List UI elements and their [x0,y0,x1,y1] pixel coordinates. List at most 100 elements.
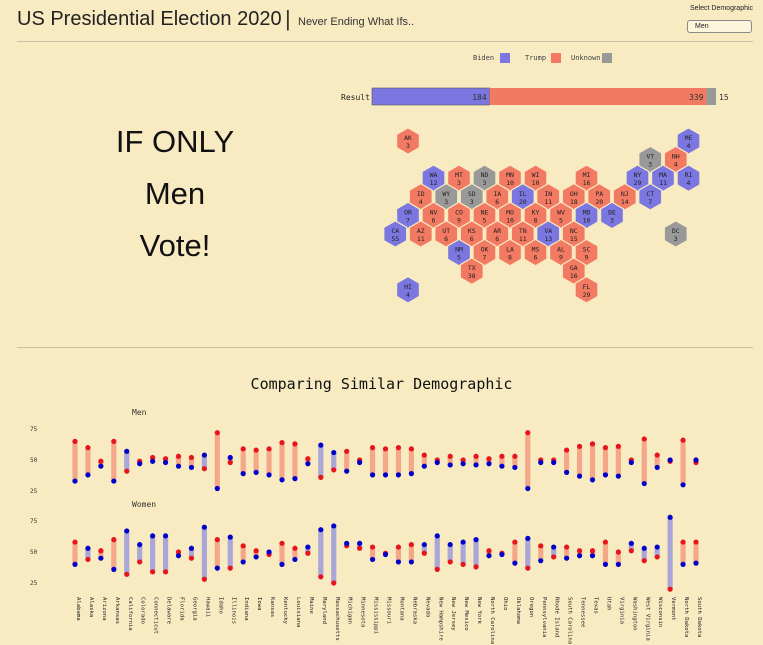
state-ev: 3 [457,179,461,187]
dumbbell-utah [602,445,609,478]
state-abbr: IN [544,190,552,198]
dumbbell-new-york [473,453,479,468]
trump-dot [124,468,130,474]
state-ev: 3 [674,235,678,243]
state-ev: 16 [570,272,578,280]
biden-dot [667,457,673,463]
x-tick-label: Wisconsin [657,597,663,627]
state-hex-ct: CT7 [638,182,663,211]
dumbbell-bar [680,440,686,485]
x-tick-label: Washington [631,597,637,631]
state-abbr: HI [404,283,412,291]
state-ev: 7 [483,254,487,262]
state-ev: 3 [648,161,652,169]
x-tick-label: New Mexico [463,597,469,631]
dumbbell-texas [589,548,596,559]
dumbbell-new-hampshire [434,533,440,572]
biden-dot [499,551,505,558]
dumbbell-arkansas [111,438,117,484]
biden-dot [680,561,686,567]
x-tick-label: Arkansas [114,597,120,624]
dumbbell-wisconsin [654,544,660,560]
trump-dot [279,440,285,446]
dumbbell-bar [589,443,596,480]
dumbbell-delaware [162,533,169,575]
dumbbell-montana [395,445,402,478]
state-abbr: CT [646,190,654,198]
trump-dot [162,569,169,575]
trump-dot [150,569,156,575]
dumbbell-indiana [240,543,246,565]
state-ev: 10 [532,179,540,187]
trump-dot [369,544,376,550]
biden-dot [434,459,440,466]
dumbbell-new-york [473,537,479,570]
y-tick-label: 25 [30,488,38,495]
biden-dot [279,561,285,567]
state-abbr: ND [481,171,489,179]
state-abbr: FL [583,283,591,291]
trump-dot [279,540,285,546]
y-tick-label: 25 [30,580,38,587]
trump-dot [512,453,518,459]
dumbbell-kentucky [279,540,285,567]
x-tick-label: Louisiana [295,597,301,627]
dumbbell-bar [240,448,246,474]
dumbbell-rhode-island [551,544,557,560]
dumbbell-delaware [162,456,169,466]
x-tick-label: Rhode Island [554,597,560,637]
biden-dot [111,478,117,484]
x-tick-label: Kansas [269,597,275,617]
biden-dot [240,471,246,477]
trump-dot [382,446,389,452]
biden-dot [512,464,518,471]
biden-dot [589,553,596,559]
state-ev: 11 [519,235,527,243]
dumbbell-bar [408,448,414,474]
trump-dot [395,445,402,451]
biden-dot [279,477,285,483]
trump-dot [667,586,673,592]
dumbbell-west-virginia [641,545,647,564]
dumbbell-bar [641,438,647,484]
state-ev: 11 [659,179,667,187]
biden-dot [369,556,376,563]
trump-dot [266,446,272,452]
biden-dot [693,457,699,463]
state-abbr: PA [595,190,603,198]
biden-dot [589,477,596,483]
state-ev: 5 [457,254,461,262]
dumbbell-georgia [188,454,195,471]
biden-dot [512,560,518,566]
state-ev: 29 [634,179,642,187]
dumbbell-maine [305,456,311,467]
biden-dot [344,540,350,546]
state-ev: 4 [419,198,423,206]
dumbbell-colorado [137,541,143,565]
state-ev: 6 [444,235,448,243]
state-ev: 8 [534,216,538,224]
biden-dot [201,524,207,530]
biden-dot [564,469,570,475]
trump-dot [201,576,207,582]
biden-dot [654,464,660,471]
dumbbell-south-dakota [693,539,699,566]
dumbbell-bar [124,530,130,575]
state-ev: 20 [595,198,603,206]
dumbbell-bar [382,448,389,475]
legend-label-biden: Biden [473,54,494,62]
dumbbell-bar [395,447,402,475]
x-tick-label: Tennessee [580,597,586,628]
trump-dot [395,544,402,550]
biden-dot [188,545,195,551]
dumbbell-north-carolina [486,456,492,467]
biden-dot [292,476,298,482]
panel-men: Men 25 50 75 [30,408,699,495]
biden-dot [162,459,169,466]
state-ev: 6 [534,254,538,262]
dumbbell-oklahoma [512,453,518,471]
dumbbell-bar [124,451,130,472]
biden-dot [72,478,78,484]
dumbbell-florida [175,453,182,469]
state-abbr: MN [506,171,514,179]
